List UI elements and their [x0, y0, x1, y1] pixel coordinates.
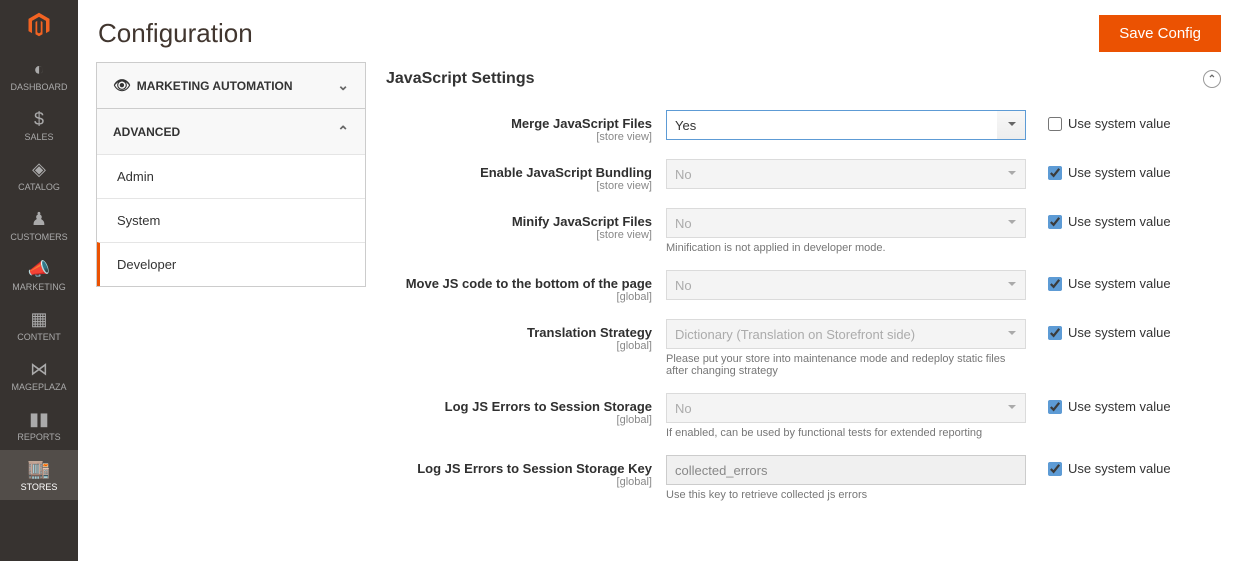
nav-subitem-system[interactable]: System [97, 198, 365, 242]
log_key-scope: [global] [386, 476, 652, 488]
nav-sales[interactable]: $SALES [0, 100, 78, 150]
section-title-row: JavaScript Settings ⌃ [386, 62, 1221, 102]
section-title: JavaScript Settings [386, 70, 535, 88]
trans_strat-note: Please put your store into maintenance m… [666, 349, 1026, 377]
nav-content[interactable]: ▦CONTENT [0, 300, 78, 350]
minify_js-select: No [666, 208, 1026, 238]
minify_js-use-system-checkbox[interactable] [1048, 215, 1062, 229]
store-icon: 🏬 [28, 459, 50, 480]
log_key-input [666, 455, 1026, 485]
megaphone-icon: 📣 [28, 259, 50, 280]
nav-reports[interactable]: ▮▮REPORTS [0, 400, 78, 450]
bundle_js-use-system-checkbox[interactable] [1048, 166, 1062, 180]
chevron-up-icon: ⌃ [337, 123, 349, 140]
nav-catalog[interactable]: ◈CATALOG [0, 150, 78, 200]
field-row-log_key: Log JS Errors to Session Storage Key [gl… [386, 447, 1221, 509]
bundle_js-use-system[interactable]: Use system value [1026, 159, 1171, 180]
move_js-label: Move JS code to the bottom of the page [386, 276, 652, 291]
magento-logo[interactable] [0, 0, 78, 50]
merge_js-select[interactable]: Yes [666, 110, 1026, 140]
field-row-minify_js: Minify JavaScript Files [store view] No … [386, 200, 1221, 262]
collapse-icon[interactable]: ⌃ [1203, 70, 1221, 88]
field-row-trans_strat: Translation Strategy [global] Dictionary… [386, 311, 1221, 385]
move_js-select: No [666, 270, 1026, 300]
field-row-merge_js: Merge JavaScript Files [store view] Yes … [386, 102, 1221, 151]
cube-icon: ◈ [32, 159, 46, 180]
field-row-bundle_js: Enable JavaScript Bundling [store view] … [386, 151, 1221, 200]
log_err-scope: [global] [386, 414, 652, 426]
log_err-use-system[interactable]: Use system value [1026, 393, 1171, 414]
dollar-icon: $ [34, 109, 44, 130]
save-config-button[interactable]: Save Config [1099, 15, 1221, 52]
magento-logo-icon [25, 11, 53, 39]
bundle_js-select: No [666, 159, 1026, 189]
log_key-note: Use this key to retrieve collected js er… [666, 485, 1026, 501]
field-row-log_err: Log JS Errors to Session Storage [global… [386, 385, 1221, 447]
nav-mageplaza[interactable]: ⋈MAGEPLAZA [0, 350, 78, 400]
merge_js-label: Merge JavaScript Files [386, 116, 652, 131]
merge_js-scope: [store view] [386, 131, 652, 143]
log_key-use-system-checkbox[interactable] [1048, 462, 1062, 476]
move_js-use-system[interactable]: Use system value [1026, 270, 1171, 291]
nav-section-header[interactable]: 👁MARKETING AUTOMATION ⌄ [97, 63, 365, 108]
page-header: Configuration Save Config [78, 0, 1251, 62]
log_key-label: Log JS Errors to Session Storage Key [386, 461, 652, 476]
nav-stores[interactable]: 🏬STORES [0, 450, 78, 500]
gauge-icon: ◐ [34, 59, 45, 80]
log_key-use-system[interactable]: Use system value [1026, 455, 1171, 476]
person-icon: ♟ [31, 209, 47, 230]
log_err-select: No [666, 393, 1026, 423]
trans_strat-label: Translation Strategy [386, 325, 652, 340]
nav-section-header[interactable]: ADVANCED ⌃ [97, 109, 365, 154]
field-row-move_js: Move JS code to the bottom of the page [… [386, 262, 1221, 311]
bundle_js-scope: [store view] [386, 180, 652, 192]
nav-marketing[interactable]: 📣MARKETING [0, 250, 78, 300]
bar-chart-icon: ▮▮ [29, 409, 49, 430]
config-form: JavaScript Settings ⌃ Merge JavaScript F… [386, 62, 1221, 509]
eye-icon: 👁 [113, 77, 131, 93]
chevron-down-icon: ⌄ [337, 77, 349, 94]
nav-customers[interactable]: ♟CUSTOMERS [0, 200, 78, 250]
nav-section-marketing-automation: 👁MARKETING AUTOMATION ⌄ [96, 62, 366, 109]
move_js-scope: [global] [386, 291, 652, 303]
nav-subitem-developer[interactable]: Developer [97, 242, 365, 286]
nav-subitem-admin[interactable]: Admin [97, 154, 365, 198]
move_js-use-system-checkbox[interactable] [1048, 277, 1062, 291]
page-title: Configuration [98, 18, 253, 49]
admin-sidebar: ◐DASHBOARD $SALES ◈CATALOG ♟CUSTOMERS 📣M… [0, 0, 78, 561]
trans_strat-use-system-checkbox[interactable] [1048, 326, 1062, 340]
minify_js-use-system[interactable]: Use system value [1026, 208, 1171, 229]
minify_js-scope: [store view] [386, 229, 652, 241]
log_err-use-system-checkbox[interactable] [1048, 400, 1062, 414]
config-nav: 👁MARKETING AUTOMATION ⌄ ADVANCED ⌃ Admin… [96, 62, 366, 509]
bundle_js-label: Enable JavaScript Bundling [386, 165, 652, 180]
log_err-note: If enabled, can be used by functional te… [666, 423, 1026, 439]
nav-section-advanced: ADVANCED ⌃ Admin System Developer [96, 108, 366, 287]
trans_strat-use-system[interactable]: Use system value [1026, 319, 1171, 340]
minify_js-note: Minification is not applied in developer… [666, 238, 1026, 254]
log_err-label: Log JS Errors to Session Storage [386, 399, 652, 414]
nav-dashboard[interactable]: ◐DASHBOARD [0, 50, 78, 100]
trans_strat-select: Dictionary (Translation on Storefront si… [666, 319, 1026, 349]
merge_js-use-system[interactable]: Use system value [1026, 110, 1171, 131]
minify_js-label: Minify JavaScript Files [386, 214, 652, 229]
trans_strat-scope: [global] [386, 340, 652, 352]
merge_js-use-system-checkbox[interactable] [1048, 117, 1062, 131]
mageplaza-icon: ⋈ [30, 359, 48, 380]
layout-icon: ▦ [30, 309, 47, 330]
